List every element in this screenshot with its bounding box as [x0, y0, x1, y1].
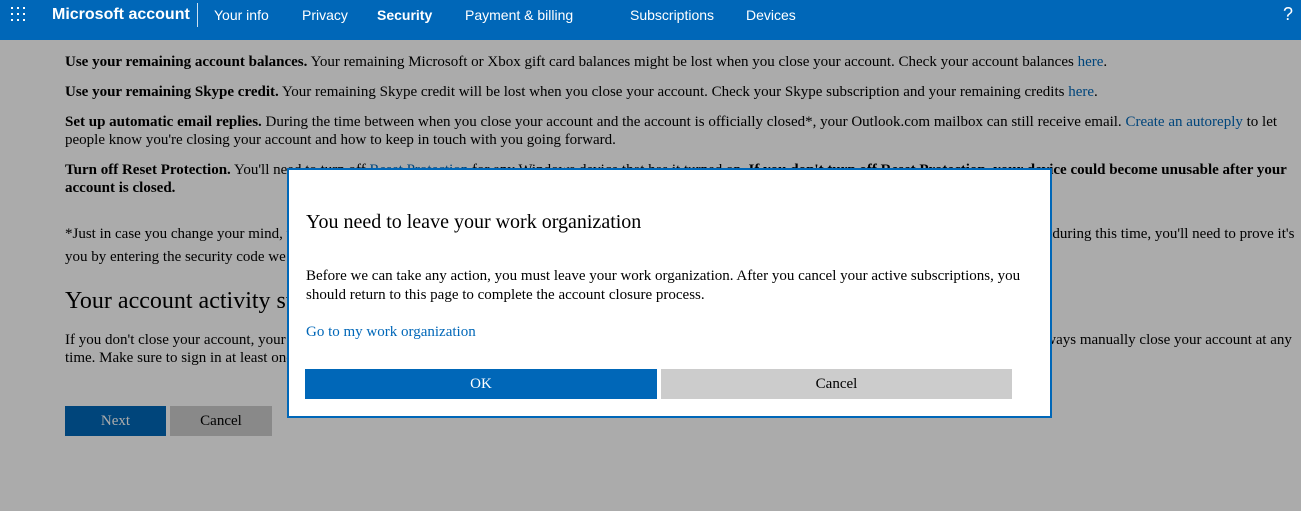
nav-devices[interactable]: Devices — [746, 7, 796, 23]
nav-subscriptions[interactable]: Subscriptions — [630, 7, 714, 23]
help-icon[interactable]: ? — [1283, 4, 1293, 25]
nav-security[interactable]: Security — [377, 7, 432, 23]
nav-your-info[interactable]: Your info — [214, 7, 269, 23]
leave-work-organization-dialog: You need to leave your work organization… — [287, 168, 1052, 418]
dialog-cancel-button[interactable]: Cancel — [661, 369, 1012, 399]
app-launcher-icon[interactable] — [11, 7, 27, 23]
go-to-work-organization-link[interactable]: Go to my work organization — [306, 324, 476, 341]
nav-payment-billing[interactable]: Payment & billing — [465, 7, 573, 23]
nav-privacy[interactable]: Privacy — [302, 7, 348, 23]
brand-title[interactable]: Microsoft account — [52, 6, 190, 24]
top-nav-bar: Microsoft account Your info Privacy Secu… — [0, 0, 1301, 40]
dialog-title: You need to leave your work organization — [306, 211, 642, 233]
ok-button[interactable]: OK — [305, 369, 657, 399]
nav-divider — [197, 3, 198, 27]
dialog-body: Before we can take any action, you must … — [306, 268, 1021, 303]
